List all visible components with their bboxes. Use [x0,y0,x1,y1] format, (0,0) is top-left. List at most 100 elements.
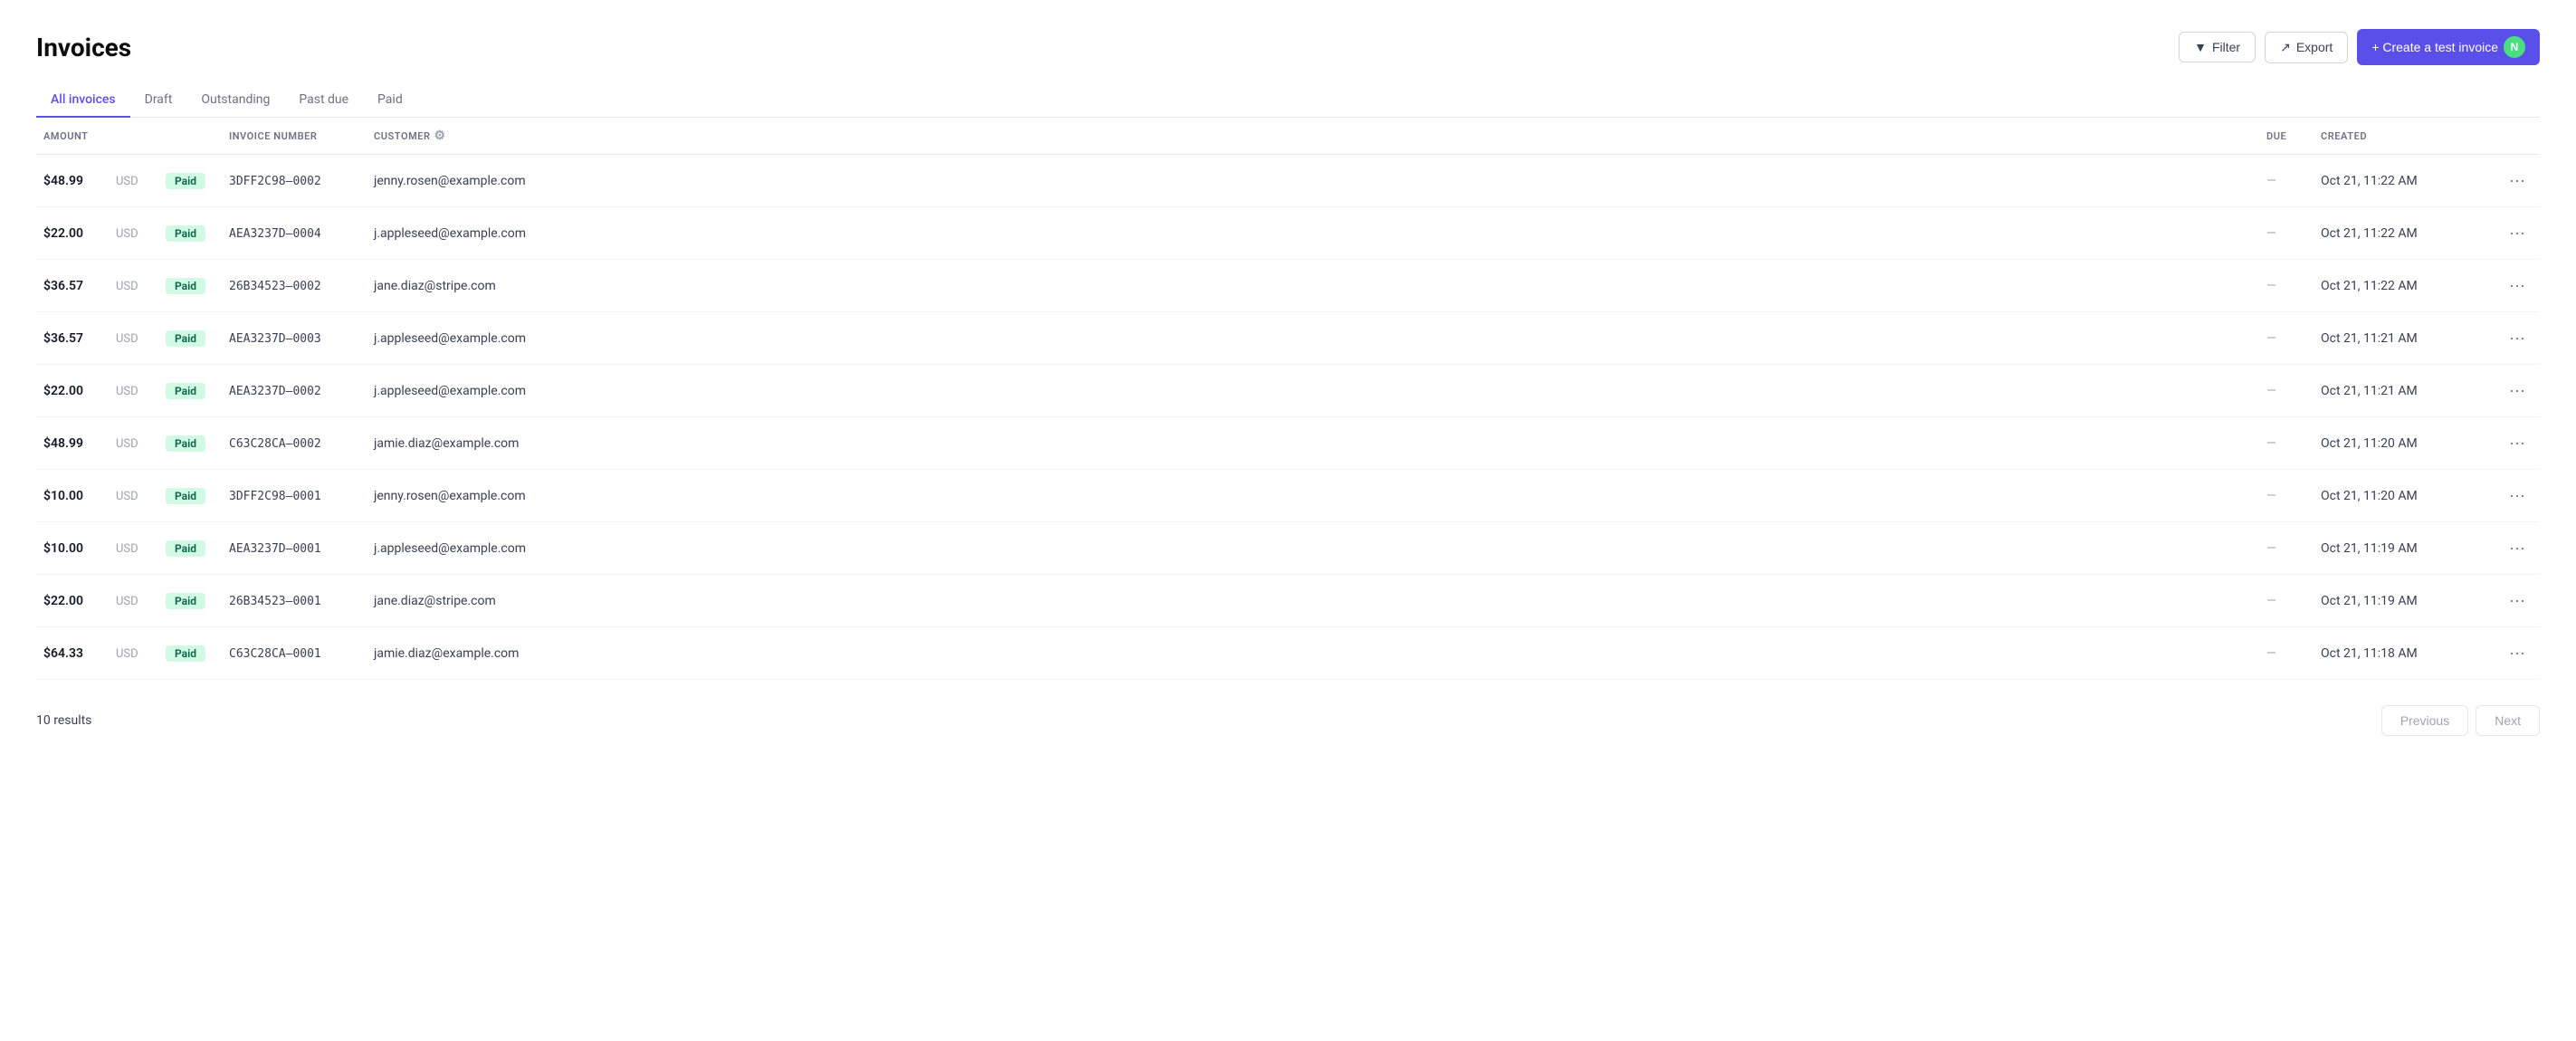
row-due: — [2266,279,2276,293]
row-status-badge: Paid [166,225,205,242]
row-amount: $10.00 [43,541,83,556]
row-created-date: Oct 21, 11:22 AM [2321,174,2418,188]
row-more-button[interactable]: ··· [2502,482,2533,509]
column-customer: CUSTOMER ⚙ [367,118,2259,155]
pagination: Previous Next [2381,705,2540,736]
row-customer-email: jamie.diaz@example.com [374,646,519,661]
row-more-button[interactable]: ··· [2502,220,2533,246]
row-more-button[interactable]: ··· [2502,535,2533,561]
export-icon: ↗ [2280,40,2291,55]
row-due: — [2266,594,2276,608]
table-row[interactable]: $22.00 USD Paid AEA3237D–0002 j.applesee… [36,365,2540,417]
export-label: Export [2296,40,2333,54]
row-customer-email: j.appleseed@example.com [374,384,526,398]
invoices-table: AMOUNT INVOICE NUMBER CUSTOMER ⚙ DUE CRE… [36,118,2540,680]
table-row[interactable]: $22.00 USD Paid AEA3237D–0004 j.applesee… [36,207,2540,260]
row-more-button[interactable]: ··· [2502,587,2533,614]
tab-draft[interactable]: Draft [130,83,187,118]
row-due: — [2266,331,2276,346]
row-amount: $48.99 [43,436,83,451]
table-row[interactable]: $10.00 USD Paid AEA3237D–0001 j.applesee… [36,522,2540,575]
tab-all-invoices[interactable]: All invoices [36,83,130,118]
row-invoice-number: AEA3237D–0003 [229,332,321,346]
row-due: — [2266,436,2276,451]
row-due: — [2266,384,2276,398]
row-more-button[interactable]: ··· [2502,430,2533,456]
row-more-button[interactable]: ··· [2502,167,2533,194]
row-created-date: Oct 21, 11:20 AM [2321,436,2418,451]
results-count: 10 results [36,713,91,728]
row-status-badge: Paid [166,330,205,347]
table-footer: 10 results Previous Next [36,698,2540,736]
row-currency: USD [116,647,138,661]
tab-past-due[interactable]: Past due [284,83,363,118]
row-more-button[interactable]: ··· [2502,325,2533,351]
export-button[interactable]: ↗ Export [2265,32,2348,63]
row-created-date: Oct 21, 11:18 AM [2321,646,2418,661]
row-invoice-number: AEA3237D–0004 [229,227,321,241]
row-currency: USD [116,490,138,503]
row-invoice-number: 3DFF2C98–0001 [229,490,321,503]
row-more-button[interactable]: ··· [2502,272,2533,299]
row-amount: $36.57 [43,279,83,293]
table-row[interactable]: $36.57 USD Paid 26B34523–0002 jane.diaz@… [36,260,2540,312]
row-status-badge: Paid [166,593,205,609]
column-created: CREATED [2314,118,2495,155]
row-invoice-number: C63C28CA–0001 [229,647,321,661]
row-amount: $22.00 [43,384,83,398]
table-row[interactable]: $48.99 USD Paid 3DFF2C98–0002 jenny.rose… [36,155,2540,207]
row-status-badge: Paid [166,645,205,662]
filter-icon: ▼ [2194,40,2207,54]
tab-outstanding[interactable]: Outstanding [186,83,284,118]
table-row[interactable]: $36.57 USD Paid AEA3237D–0003 j.applesee… [36,312,2540,365]
row-currency: USD [116,175,138,188]
row-status-badge: Paid [166,278,205,294]
table-row[interactable]: $64.33 USD Paid C63C28CA–0001 jamie.diaz… [36,627,2540,680]
row-invoice-number: AEA3237D–0001 [229,542,321,556]
row-invoice-number: C63C28CA–0002 [229,437,321,451]
column-due: DUE [2259,118,2314,155]
row-customer-email: jenny.rosen@example.com [374,174,526,188]
row-due: — [2266,541,2276,556]
row-status-badge: Paid [166,540,205,557]
row-amount: $64.33 [43,646,83,661]
row-amount: $22.00 [43,226,83,241]
row-more-button[interactable]: ··· [2502,640,2533,666]
filter-button[interactable]: ▼ Filter [2179,32,2256,62]
row-status-badge: Paid [166,435,205,452]
row-amount: $48.99 [43,174,83,188]
table-row[interactable]: $10.00 USD Paid 3DFF2C98–0001 jenny.rose… [36,470,2540,522]
row-created-date: Oct 21, 11:21 AM [2321,331,2418,346]
row-currency: USD [116,332,138,346]
row-invoice-number: 26B34523–0001 [229,595,321,608]
row-invoice-number: 3DFF2C98–0002 [229,175,321,188]
tab-paid[interactable]: Paid [363,83,417,118]
create-invoice-button[interactable]: + Create a test invoice N [2357,29,2540,65]
previous-button[interactable]: Previous [2381,705,2468,736]
page-title: Invoices [36,33,131,62]
row-currency: USD [116,385,138,398]
next-button[interactable]: Next [2476,705,2540,736]
table-row[interactable]: $22.00 USD Paid 26B34523–0001 jane.diaz@… [36,575,2540,627]
row-created-date: Oct 21, 11:19 AM [2321,541,2418,556]
row-customer-email: jane.diaz@stripe.com [374,279,496,293]
row-created-date: Oct 21, 11:20 AM [2321,489,2418,503]
row-amount: $36.57 [43,331,83,346]
row-due: — [2266,489,2276,503]
row-currency: USD [116,437,138,451]
row-created-date: Oct 21, 11:19 AM [2321,594,2418,608]
row-created-date: Oct 21, 11:22 AM [2321,226,2418,241]
row-created-date: Oct 21, 11:21 AM [2321,384,2418,398]
row-customer-email: j.appleseed@example.com [374,541,526,556]
avatar: N [2504,36,2525,58]
customer-settings-icon[interactable]: ⚙ [434,129,446,143]
row-due: — [2266,646,2276,661]
row-currency: USD [116,595,138,608]
table-row[interactable]: $48.99 USD Paid C63C28CA–0002 jamie.diaz… [36,417,2540,470]
column-amount: AMOUNT [36,118,222,155]
row-status-badge: Paid [166,488,205,504]
filter-label: Filter [2212,40,2240,54]
row-due: — [2266,174,2276,188]
row-more-button[interactable]: ··· [2502,377,2533,404]
row-currency: USD [116,280,138,293]
